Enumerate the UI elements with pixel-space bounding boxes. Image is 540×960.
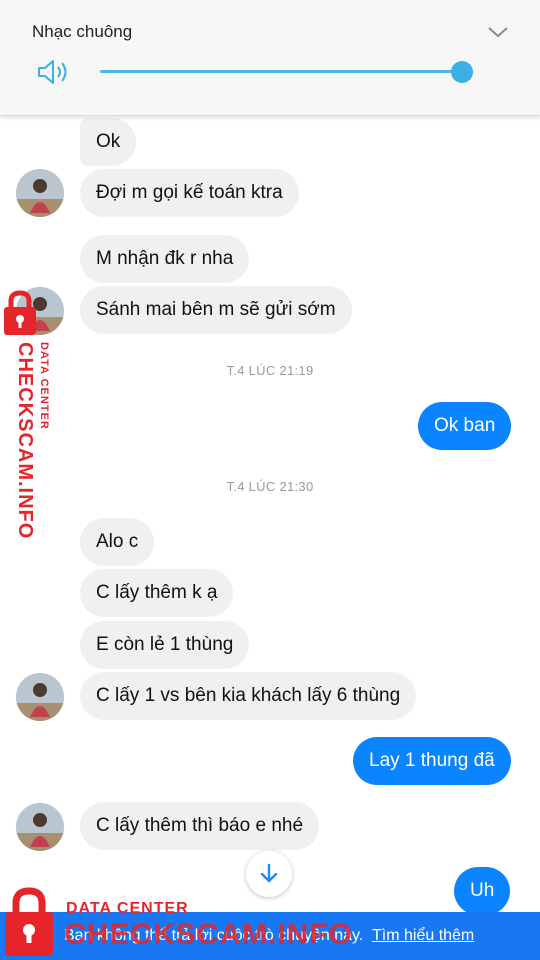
contact-avatar[interactable] <box>16 673 64 721</box>
ringtone-volume-panel: Nhạc chuông <box>0 0 540 116</box>
watermark-sub-text: DATA CENTER <box>66 900 189 917</box>
message-bubble-outgoing[interactable]: Lay 1 thung đã <box>353 737 511 785</box>
watermark-main-text: CHECKSCAM.INFO <box>14 342 36 540</box>
message-bubble-incoming[interactable]: Đợi m gọi kế toán ktra <box>80 169 299 217</box>
message-bubble-outgoing[interactable]: Uh <box>454 867 511 915</box>
speaker-icon[interactable] <box>36 58 70 86</box>
volume-panel-title: Nhạc chuông <box>32 22 133 41</box>
timestamp-divider: T.4 LÚC 21:30 <box>226 479 314 494</box>
watermark-main-text: CHECKSCAM.INFO <box>64 918 353 951</box>
padlock-icon <box>4 290 36 335</box>
volume-slider-thumb[interactable] <box>451 61 473 83</box>
contact-avatar[interactable] <box>16 169 64 217</box>
volume-slider-track[interactable] <box>100 70 462 73</box>
message-bubble-incoming[interactable]: M nhận đk r nha <box>80 235 250 283</box>
message-bubble-incoming[interactable]: C lấy thêm k ạ <box>80 569 234 617</box>
learn-more-link[interactable]: Tìm hiểu thêm <box>372 927 474 945</box>
message-bubble-incoming[interactable]: C lấy thêm thì báo e nhé <box>80 802 320 850</box>
scroll-to-bottom-button[interactable] <box>246 851 292 897</box>
watermark-side: CHECKSCAM.INFO DATA CENTER <box>2 290 50 552</box>
message-bubble-incoming[interactable]: Sánh mai bên m sẽ gửi sớm <box>80 286 352 334</box>
contact-avatar[interactable] <box>16 803 64 851</box>
padlock-icon <box>5 887 53 956</box>
watermark-sub-text: DATA CENTER <box>38 342 50 430</box>
chevron-down-icon[interactable] <box>487 24 509 40</box>
message-bubble-incoming[interactable]: Alo c <box>80 518 155 566</box>
message-bubble-incoming[interactable]: E còn lẻ 1 thùng <box>80 621 250 669</box>
message-bubble-outgoing[interactable]: Ok ban <box>418 402 512 450</box>
message-bubble-incoming[interactable]: C lấy 1 vs bên kia khách lấy 6 thùng <box>80 672 417 720</box>
message-bubble-incoming[interactable]: Ok <box>80 118 137 166</box>
arrow-down-icon <box>260 863 278 883</box>
timestamp-divider: T.4 LÚC 21:19 <box>226 363 314 378</box>
